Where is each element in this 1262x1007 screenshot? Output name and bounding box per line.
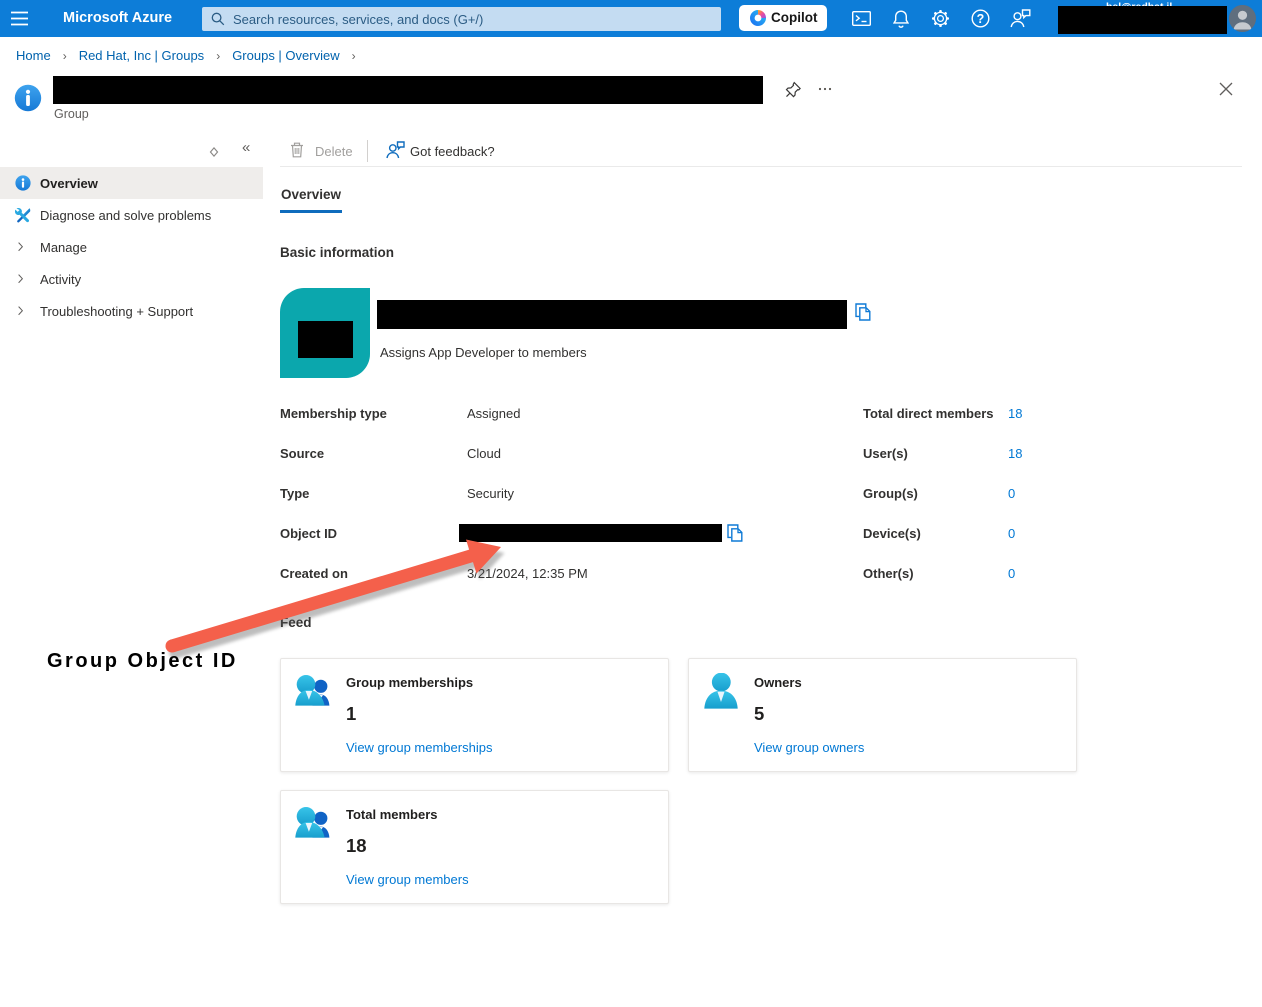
svg-text:?: ? (977, 12, 985, 26)
